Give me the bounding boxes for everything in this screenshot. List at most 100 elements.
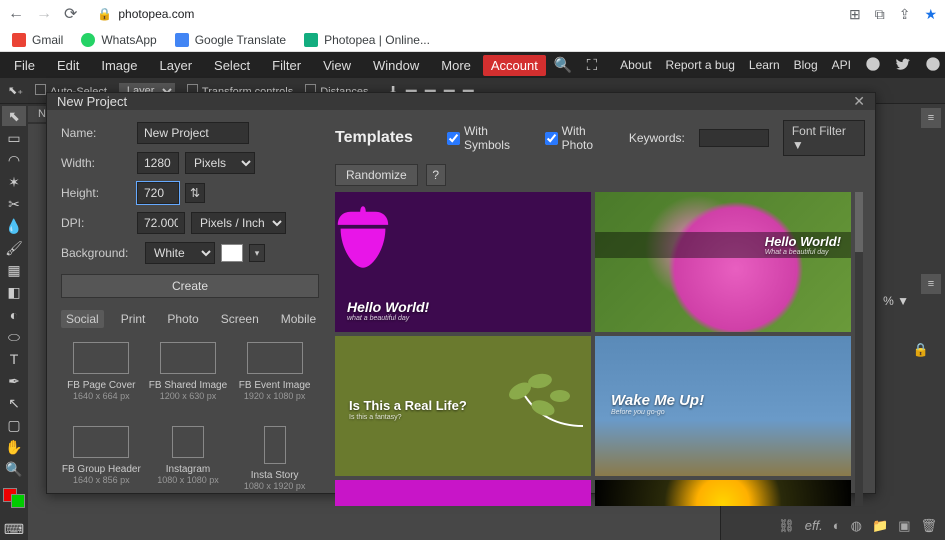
swap-dims-button[interactable]: ⇅ — [185, 183, 205, 203]
eraser-tool[interactable]: ◧ — [2, 283, 26, 303]
template-item[interactable]: Wake Me Up!Before you go-go — [595, 336, 851, 476]
randomize-button[interactable]: Randomize — [335, 164, 418, 186]
bg-select[interactable]: White — [145, 242, 215, 264]
address-bar[interactable]: 🔒 photopea.com — [97, 7, 194, 21]
bg-color-dropdown[interactable]: ▾ — [249, 244, 265, 262]
link-api[interactable]: API — [832, 58, 851, 72]
fullscreen-icon[interactable]: ⛶ — [581, 57, 604, 74]
path-tool[interactable]: ↖ — [2, 393, 26, 413]
link-learn[interactable]: Learn — [749, 58, 780, 72]
link-report[interactable]: Report a bug — [666, 58, 735, 72]
menu-account[interactable]: Account — [483, 55, 546, 76]
preset-item[interactable]: FB Group Header1640 x 856 px — [61, 422, 142, 506]
share-icon[interactable]: ⇪ — [899, 6, 911, 23]
eyedropper-tool[interactable]: 💧 — [2, 217, 26, 237]
templates-heading: Templates — [335, 129, 413, 147]
link-about[interactable]: About — [620, 58, 651, 72]
link-blog[interactable]: Blog — [794, 58, 818, 72]
opacity-value[interactable]: % ▼ — [883, 294, 909, 308]
bookmark-star-icon[interactable]: ★ — [924, 6, 937, 23]
bookmark-translate[interactable]: Google Translate — [175, 33, 286, 47]
preset-item[interactable]: Insta Story1080 x 1920 px — [234, 422, 315, 506]
background-color[interactable] — [11, 494, 25, 508]
adjust-icon[interactable]: ◍ — [851, 518, 862, 534]
menu-view[interactable]: View — [313, 54, 361, 77]
width-unit-select[interactable]: Pixels — [185, 152, 255, 174]
template-item[interactable] — [595, 480, 851, 506]
lock-icon[interactable]: 🔒 — [913, 342, 929, 358]
menu-layer[interactable]: Layer — [150, 54, 203, 77]
quickmask-tool[interactable]: ⌨ — [2, 520, 26, 540]
menu-more[interactable]: More — [431, 54, 481, 77]
move-tool[interactable]: ⬉ — [2, 106, 26, 126]
pen-tool[interactable]: ✒ — [2, 371, 26, 391]
trash-icon[interactable]: 🗑 — [920, 518, 937, 534]
menu-window[interactable]: Window — [363, 54, 429, 77]
menu-edit[interactable]: Edit — [47, 54, 89, 77]
folder-icon[interactable]: 📁 — [872, 518, 888, 534]
twitter-icon[interactable] — [895, 56, 911, 75]
forward-icon[interactable]: → — [36, 5, 52, 23]
crop-tool[interactable]: ✂ — [2, 194, 26, 214]
back-icon[interactable]: ← — [8, 5, 24, 23]
gradient-tool[interactable]: ◐ — [2, 305, 26, 325]
reddit-icon[interactable] — [865, 56, 881, 75]
close-icon[interactable]: ✕ — [853, 93, 865, 110]
name-input[interactable] — [137, 122, 249, 144]
bookmark-photopea[interactable]: Photopea | Online... — [304, 33, 430, 47]
preset-item[interactable]: FB Event Image1920 x 1080 px — [234, 338, 315, 416]
preset-tab-social[interactable]: Social — [61, 310, 104, 328]
dpi-unit-select[interactable]: Pixels / Inch — [191, 212, 286, 234]
reload-icon[interactable]: ⟳ — [64, 4, 77, 24]
templates-scrollbar[interactable] — [855, 192, 863, 506]
width-input[interactable] — [137, 152, 179, 174]
search-icon[interactable]: 🔍 — [548, 56, 579, 74]
menu-image[interactable]: Image — [91, 54, 147, 77]
preset-item[interactable]: Instagram1080 x 1080 px — [148, 422, 229, 506]
fx-icon[interactable]: eff. — [805, 518, 823, 534]
bg-color-swatch[interactable] — [221, 244, 243, 262]
panel-tab-icon[interactable]: ≡ — [921, 274, 941, 294]
menu-file[interactable]: File — [4, 54, 45, 77]
template-item[interactable]: Hello World!What a beautiful day — [595, 192, 851, 332]
template-item[interactable]: Is This a Real Life?Is this a fantasy? — [335, 336, 591, 476]
install-icon[interactable]: ⊞ — [849, 6, 861, 23]
preset-tab-print[interactable]: Print — [116, 310, 151, 328]
wand-tool[interactable]: ✶ — [2, 172, 26, 192]
preset-tab-screen[interactable]: Screen — [216, 310, 264, 328]
mask-icon[interactable]: ◐ — [833, 518, 841, 534]
zoom-tool[interactable]: 🔍 — [2, 460, 26, 480]
marquee-tool[interactable]: ▭ — [2, 128, 26, 148]
link-icon[interactable]: ⛓ — [778, 518, 795, 534]
keywords-input[interactable] — [699, 129, 769, 147]
type-tool[interactable]: T — [2, 349, 26, 369]
preset-tab-mobile[interactable]: Mobile — [276, 310, 321, 328]
panel-tab-icon[interactable]: ≡ — [921, 108, 941, 128]
dpi-input[interactable] — [137, 212, 185, 234]
help-button[interactable]: ? — [426, 164, 446, 186]
template-item[interactable]: Hello World!what a beautiful day — [335, 192, 591, 332]
bookmark-whatsapp[interactable]: WhatsApp — [81, 33, 156, 47]
bookmark-gmail[interactable]: Gmail — [12, 33, 63, 47]
menu-filter[interactable]: Filter — [262, 54, 311, 77]
hand-tool[interactable]: ✋ — [2, 438, 26, 458]
dialog-titlebar[interactable]: New Project ✕ — [47, 93, 875, 110]
brush-tool[interactable]: 🖌 — [2, 239, 26, 259]
with-symbols-checkbox[interactable]: With Symbols — [447, 124, 531, 152]
font-filter-button[interactable]: Font Filter ▼ — [783, 120, 865, 156]
height-input[interactable] — [137, 182, 179, 204]
lasso-tool[interactable]: ◠ — [2, 150, 26, 170]
blur-tool[interactable]: ⬭ — [2, 327, 26, 347]
preset-tab-photo[interactable]: Photo — [162, 310, 203, 328]
facebook-icon[interactable] — [925, 56, 941, 75]
create-button[interactable]: Create — [61, 274, 319, 298]
preset-item[interactable]: FB Page Cover1640 x 664 px — [61, 338, 142, 416]
new-tab-icon[interactable]: ⧉ — [875, 6, 885, 23]
preset-item[interactable]: FB Shared Image1200 x 630 px — [148, 338, 229, 416]
template-item[interactable] — [335, 480, 591, 506]
with-photo-checkbox[interactable]: With Photo — [545, 124, 615, 152]
shape-tool[interactable]: ▢ — [2, 416, 26, 436]
stamp-tool[interactable]: ▦ — [2, 261, 26, 281]
menu-select[interactable]: Select — [204, 54, 260, 77]
new-layer-icon[interactable]: ▣ — [898, 518, 910, 534]
